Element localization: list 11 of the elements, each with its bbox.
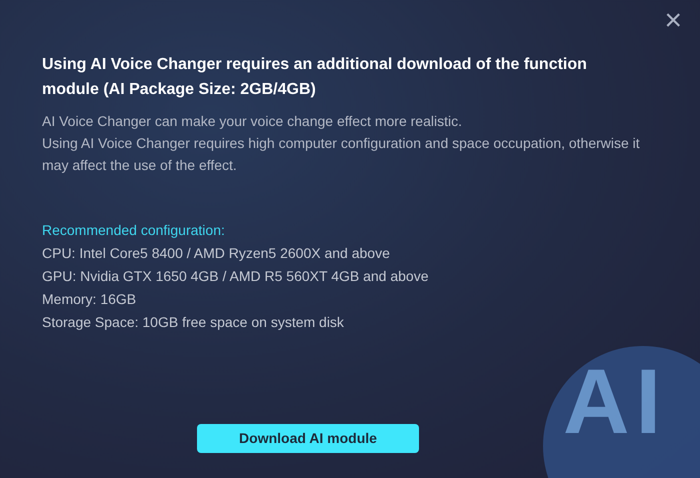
dialog-heading: Using AI Voice Changer requires an additional download of the function module (AI Package Size: 2GB/4GB) [42, 55, 588, 100]
config-item: GPU: Nvidia GTX 1650 4GB / AMD R5 560XT 4GB and above [42, 267, 430, 286]
config-item: CPU: Intel Core5 8400 / AMD Ryzen5 2600X and above [42, 244, 391, 263]
download-button[interactable]: Download AI module [197, 424, 419, 453]
config-item: Memory: 16GB [42, 290, 138, 309]
description-text: AI Voice Changer can make your voice change effect more realistic. [42, 112, 463, 131]
ai-badge-text: AI [563, 356, 667, 448]
config-item: Storage Space: 10GB free space on system disk [42, 313, 345, 332]
config-heading: Recommended configuration: [42, 221, 226, 240]
description-text: Using AI Voice Changer requires high computer configuration and space occupation, otherwise it may affect the use of the effect. [42, 134, 641, 175]
close-button[interactable]: × [660, 6, 686, 36]
